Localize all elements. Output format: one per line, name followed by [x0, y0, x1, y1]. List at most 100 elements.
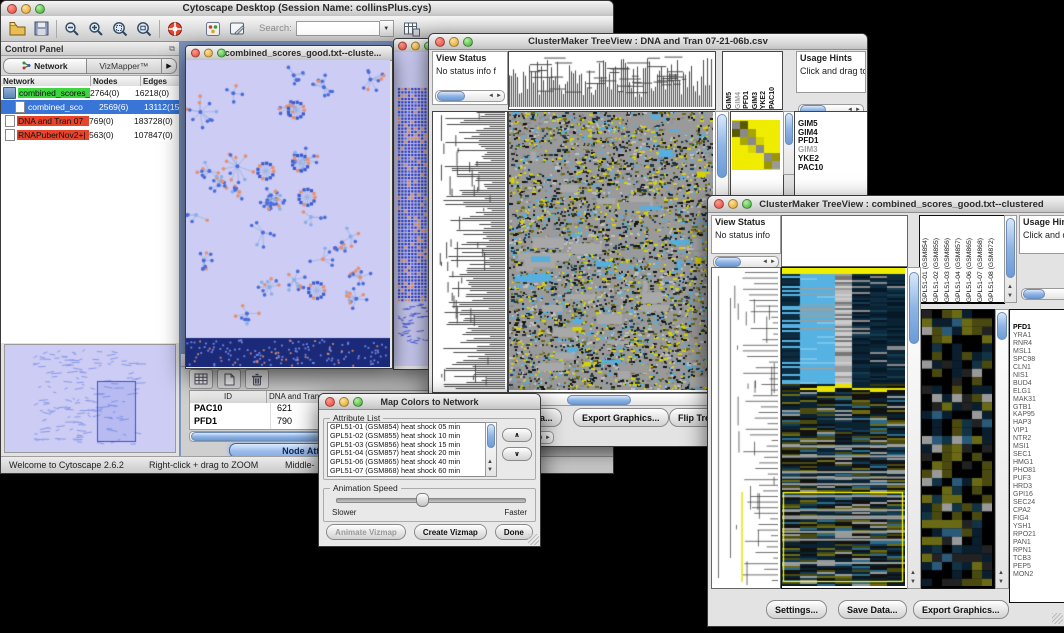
- save-data-button[interactable]: Save Data...: [838, 600, 907, 619]
- zoom-button[interactable]: [353, 397, 363, 407]
- scroll-right-arrow[interactable]: ►: [770, 258, 776, 267]
- help-lifesaver-icon[interactable]: [163, 19, 187, 39]
- close-button[interactable]: [714, 199, 724, 209]
- main-title-bar[interactable]: Cytoscape Desktop (Session Name: collins…: [1, 1, 613, 17]
- birdseye-overview[interactable]: [4, 344, 176, 453]
- heatmap-vscrollbar[interactable]: ▲ ▼: [907, 267, 921, 589]
- scroll-right-arrow[interactable]: ►: [496, 92, 502, 101]
- delete-attribute-trash-icon[interactable]: [245, 369, 269, 389]
- scroll-left-arrow[interactable]: ◄: [488, 92, 494, 101]
- zoom-out-icon[interactable]: [60, 19, 84, 39]
- scroll-down-arrow[interactable]: ▼: [487, 466, 493, 475]
- column-dendrogram-panel[interactable]: [508, 51, 716, 110]
- minimize-button[interactable]: [728, 199, 738, 209]
- RNAPuberNov2+|[interactable]: RNAPuberNov2+| 563(0) 107847(0): [1, 128, 179, 142]
- scroll-down-arrow[interactable]: ▼: [1007, 292, 1013, 301]
- attribute-item[interactable]: GPL51-07 (GSM868) heat shock 60 min: [330, 467, 488, 476]
- move-down-button[interactable]: ∨: [502, 447, 532, 461]
- dialog-button[interactable]: Create Vizmap: [414, 524, 487, 540]
- hscroll-thumb[interactable]: [567, 395, 631, 405]
- treeview1-title-bar[interactable]: ClusterMaker TreeView : DNA and Tran 07-…: [429, 34, 867, 50]
- network-canvas[interactable]: [186, 60, 390, 367]
- zoom-selected-icon[interactable]: [108, 19, 132, 39]
- column-labels-panel[interactable]: GPL51-01 (GSM854)GPL51-02 (GSM855)GPL51-…: [919, 215, 1005, 304]
- DNA and Tran 07[interactable]: DNA and Tran 07 769(0) 183728(0): [1, 114, 179, 128]
- attribute-browser-icon[interactable]: [400, 19, 424, 39]
- minimize-button[interactable]: [339, 397, 349, 407]
- zoom-vscrollbar[interactable]: ▲ ▼: [995, 309, 1009, 589]
- combined_sco[interactable]: combined_sco 2569(6) 13112(15): [1, 100, 179, 114]
- export-graphics-button[interactable]: Export Graphics...: [573, 408, 669, 427]
- labels-vscrollbar[interactable]: ▲ ▼: [1004, 215, 1017, 303]
- overview-canvas[interactable]: [5, 345, 175, 450]
- minimize-button[interactable]: [204, 49, 213, 58]
- tab-vizmapper[interactable]: VizMapper™: [87, 58, 162, 74]
- close-button[interactable]: [435, 37, 445, 47]
- close-button[interactable]: [325, 397, 335, 407]
- row-dendrogram-panel[interactable]: [432, 111, 508, 393]
- export-graphics-button[interactable]: Export Graphics...: [913, 600, 1009, 619]
- close-button[interactable]: [398, 41, 407, 50]
- vscroll-thumb[interactable]: [785, 113, 793, 145]
- new-attribute-icon[interactable]: [217, 369, 241, 389]
- float-panel-icon[interactable]: ⧉: [169, 44, 175, 54]
- scroll-down-arrow[interactable]: ▼: [998, 578, 1004, 587]
- speed-slider-track[interactable]: [336, 498, 526, 503]
- zoom-button[interactable]: [742, 199, 752, 209]
- row-dendrogram-panel[interactable]: [711, 267, 781, 589]
- scroll-down-arrow[interactable]: ▼: [910, 578, 916, 587]
- status-hscroll-thumb[interactable]: [715, 257, 741, 267]
- scroll-up-arrow[interactable]: ▲: [1007, 283, 1013, 292]
- close-button[interactable]: [7, 4, 17, 14]
- open-session-button[interactable]: [5, 19, 29, 39]
- search-dropdown-button[interactable]: ▼: [380, 20, 394, 37]
- usage-hscroll-thumb[interactable]: [1023, 289, 1045, 299]
- move-up-button[interactable]: ∧: [502, 428, 532, 442]
- zoom-fit-icon[interactable]: [132, 19, 156, 39]
- minimize-button[interactable]: [411, 41, 420, 50]
- tab-network[interactable]: Network: [3, 58, 87, 74]
- attr-col-id[interactable]: ID: [190, 391, 267, 403]
- annotation-icon[interactable]: [225, 19, 249, 39]
- zoom-in-icon[interactable]: [84, 19, 108, 39]
- speed-slider-thumb[interactable]: [416, 493, 429, 507]
- network-window-title-bar[interactable]: combined_scores_good.txt--cluste...: [186, 46, 392, 61]
- save-session-button[interactable]: [29, 19, 53, 39]
- selection-zoom-heatmap[interactable]: [921, 309, 995, 589]
- zoom-button[interactable]: [35, 4, 45, 14]
- zoom-button[interactable]: [463, 37, 473, 47]
- resize-grip[interactable]: [528, 534, 539, 545]
- status-hscroll-thumb[interactable]: [437, 91, 465, 101]
- vscroll-thumb[interactable]: [997, 312, 1007, 340]
- attribute-listbox[interactable]: GPL51-01 (GSM854) heat shock 05 minGPL51…: [327, 422, 489, 477]
- settings-button[interactable]: Settings...: [766, 600, 827, 619]
- vscroll-thumb[interactable]: [487, 424, 495, 448]
- column-labels-panel[interactable]: GIM5GIM4PFD1GIM3YKE2PAC10: [722, 51, 783, 110]
- search-input[interactable]: [296, 21, 380, 36]
- scroll-up-arrow[interactable]: ▲: [910, 569, 916, 578]
- select-attributes-icon[interactable]: [189, 369, 213, 389]
- vscroll-thumb[interactable]: [717, 114, 727, 178]
- close-button[interactable]: [191, 49, 200, 58]
- zoom-button[interactable]: [217, 49, 226, 58]
- minimize-button[interactable]: [449, 37, 459, 47]
- vizmapper-palette-icon[interactable]: [201, 19, 225, 39]
- treeview2-title-bar[interactable]: ClusterMaker TreeView : combined_scores_…: [708, 196, 1064, 213]
- network-canvas[interactable]: [394, 52, 429, 366]
- vscroll-thumb[interactable]: [1006, 218, 1015, 278]
- heatmap-panel[interactable]: [508, 111, 716, 393]
- list-vscrollbar[interactable]: ▲ ▼: [485, 422, 497, 477]
- scroll-left-arrow[interactable]: ◄: [762, 258, 768, 267]
- minimize-button[interactable]: [21, 4, 31, 14]
- resize-grip[interactable]: [1052, 613, 1063, 624]
- dialog-title-bar[interactable]: Map Colors to Network: [319, 394, 540, 410]
- tab-overflow-arrow[interactable]: ▶: [162, 58, 177, 74]
- vscroll-thumb[interactable]: [909, 272, 919, 344]
- combined_scores_[interactable]: combined_scores_ 2764(0) 16218(0): [1, 86, 179, 100]
- dialog-button[interactable]: Animate Vizmap: [326, 524, 406, 540]
- scroll-right-arrow[interactable]: ►: [545, 434, 551, 443]
- column-dendrogram-panel[interactable]: [781, 215, 908, 267]
- selection-gene-list[interactable]: PFD1YRA1RNR4MSL1SPC98CLN1NIS1BUD4ELG1MAK…: [1009, 309, 1064, 603]
- scroll-up-arrow[interactable]: ▲: [998, 569, 1004, 578]
- heatmap-panel[interactable]: [781, 267, 908, 589]
